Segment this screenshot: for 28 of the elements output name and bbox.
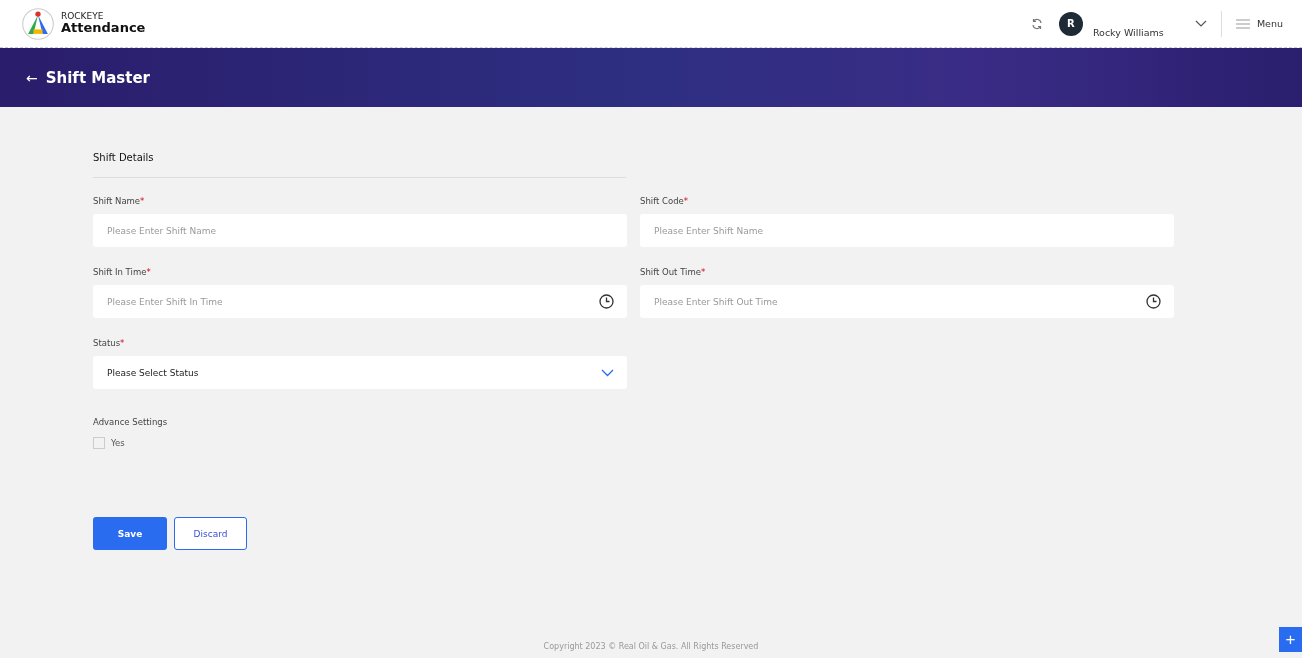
field-label: Shift Out Time* (640, 267, 707, 277)
field-label: Shift Code* (640, 196, 690, 206)
section-label: Advance Settings (93, 417, 169, 427)
user-avatar[interactable]: R (1058, 11, 1083, 36)
section-title: Shift Details (93, 152, 626, 178)
logo-icon (20, 5, 56, 42)
chevron-down-icon (601, 368, 614, 377)
refresh-icon[interactable] (1030, 17, 1043, 30)
add-button[interactable]: + (1279, 627, 1302, 652)
copyright-text: Copyright 2023 © Real Oil & Gas. All Rights Reserved (543, 642, 759, 651)
app-name: Attendance (61, 21, 146, 37)
brand-subtitle: ROCKEYE (61, 10, 105, 22)
checkbox[interactable] (93, 437, 105, 449)
menu-button[interactable]: Menu (1235, 18, 1283, 29)
page-title: Shift Master (45, 68, 150, 87)
user-name[interactable]: Rocky Williams (1092, 26, 1185, 38)
clock-icon (599, 294, 614, 309)
discard-button[interactable]: Discard (174, 517, 247, 550)
clock-icon (1146, 294, 1161, 309)
field-label: Shift In Time* (93, 267, 152, 277)
field-label: Shift Name* (93, 196, 146, 206)
checkbox-label[interactable]: Yes (111, 438, 125, 448)
menu-icon (1235, 18, 1250, 29)
status-dropdown[interactable]: Please Select Status (93, 356, 627, 389)
chevron-down-icon[interactable] (1194, 19, 1207, 28)
save-button[interactable]: Save (93, 517, 167, 550)
field-label: Status* (93, 338, 126, 348)
back-button[interactable]: ← (26, 69, 38, 86)
